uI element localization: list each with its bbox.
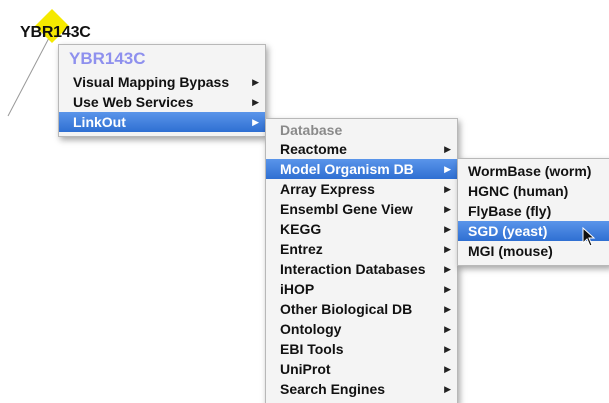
menu-item-label: UniProt [280, 361, 331, 377]
menu-item-label: Ensembl Gene View [280, 201, 413, 217]
menu-item-label: EBI Tools [280, 341, 344, 357]
menu-item-label: iHOP [280, 281, 315, 297]
menu-item-ihop[interactable]: iHOP ▶ [266, 279, 457, 299]
menu-item-label: Interaction Databases [280, 261, 426, 277]
menu-item-label: Ontology [280, 321, 342, 337]
menu-item-label: Visual Mapping Bypass [73, 74, 230, 90]
submenu-arrow-icon: ▶ [444, 384, 451, 394]
submenu-arrow-icon: ▶ [444, 264, 451, 274]
menu-item-label: Use Web Services [73, 94, 194, 110]
menu-item-other-biological-db[interactable]: Other Biological DB ▶ [266, 299, 457, 319]
submenu-arrow-icon: ▶ [444, 204, 451, 214]
menu-item-label: Reactome [280, 141, 347, 157]
menu-item-flybase[interactable]: FlyBase (fly) [458, 201, 609, 221]
menu-item-search-engines[interactable]: Search Engines ▶ [266, 379, 457, 399]
menu-item-wormbase[interactable]: WormBase (worm) [458, 161, 609, 181]
menu-item-ebi-tools[interactable]: EBI Tools ▶ [266, 339, 457, 359]
menu-item-ensembl-gene-view[interactable]: Ensembl Gene View ▶ [266, 199, 457, 219]
submenu-arrow-icon: ▶ [444, 344, 451, 354]
submenu-arrow-icon: ▶ [444, 144, 451, 154]
menu-item-label: WormBase (worm) [468, 163, 592, 179]
submenu-arrow-icon: ▶ [444, 284, 451, 294]
menu-item-visual-mapping-bypass[interactable]: Visual Mapping Bypass ▶ [59, 72, 265, 92]
submenu-arrow-icon: ▶ [252, 117, 259, 127]
submenu-arrow-icon: ▶ [444, 364, 451, 374]
menu-item-model-organism-db[interactable]: Model Organism DB ▶ [266, 159, 457, 179]
menu-item-label: Model Organism DB [280, 161, 414, 177]
menu-item-label: Other Biological DB [280, 301, 413, 317]
menu-item-label: Array Express [280, 181, 375, 197]
network-canvas[interactable]: YBR143C YBR143C Visual Mapping Bypass ▶ … [0, 0, 609, 403]
menu-item-label: MGI (mouse) [468, 243, 553, 259]
submenu-header: Database [280, 122, 343, 138]
menu-item-label: KEGG [280, 221, 322, 237]
submenu-arrow-icon: ▶ [444, 184, 451, 194]
menu-item-label: Entrez [280, 241, 323, 257]
submenu-arrow-icon: ▶ [444, 244, 451, 254]
menu-item-use-web-services[interactable]: Use Web Services ▶ [59, 92, 265, 112]
menu-item-label: HGNC (human) [468, 183, 569, 199]
menu-item-uniprot[interactable]: UniProt ▶ [266, 359, 457, 379]
submenu-arrow-icon: ▶ [444, 324, 451, 334]
menu-item-array-express[interactable]: Array Express ▶ [266, 179, 457, 199]
menu-item-label: SGD (yeast) [468, 223, 548, 239]
edge-line[interactable] [7, 35, 51, 117]
submenu-arrow-icon: ▶ [444, 164, 451, 174]
menu-item-label: FlyBase (fly) [468, 203, 552, 219]
node-label: YBR143C [20, 24, 91, 41]
menu-item-label: Search Engines [280, 381, 386, 397]
submenu-arrow-icon: ▶ [444, 224, 451, 234]
context-menu-title: YBR143C [69, 49, 146, 68]
node-context-menu: YBR143C Visual Mapping Bypass ▶ Use Web … [58, 44, 266, 137]
menu-item-hgnc[interactable]: HGNC (human) [458, 181, 609, 201]
menu-item-entrez[interactable]: Entrez ▶ [266, 239, 457, 259]
arrow-cursor-icon [582, 227, 596, 247]
menu-item-reactome[interactable]: Reactome ▶ [266, 139, 457, 159]
linkout-submenu: Database Reactome ▶ Model Organism DB ▶ … [265, 118, 458, 403]
menu-item-linkout[interactable]: LinkOut ▶ [59, 112, 265, 132]
menu-item-label: LinkOut [73, 114, 126, 130]
menu-item-ontology[interactable]: Ontology ▶ [266, 319, 457, 339]
submenu-arrow-icon: ▶ [444, 304, 451, 314]
submenu-arrow-icon: ▶ [252, 97, 259, 107]
menu-item-interaction-databases[interactable]: Interaction Databases ▶ [266, 259, 457, 279]
menu-item-kegg[interactable]: KEGG ▶ [266, 219, 457, 239]
submenu-arrow-icon: ▶ [252, 77, 259, 87]
model-organism-submenu: WormBase (worm) HGNC (human) FlyBase (fl… [457, 158, 609, 266]
